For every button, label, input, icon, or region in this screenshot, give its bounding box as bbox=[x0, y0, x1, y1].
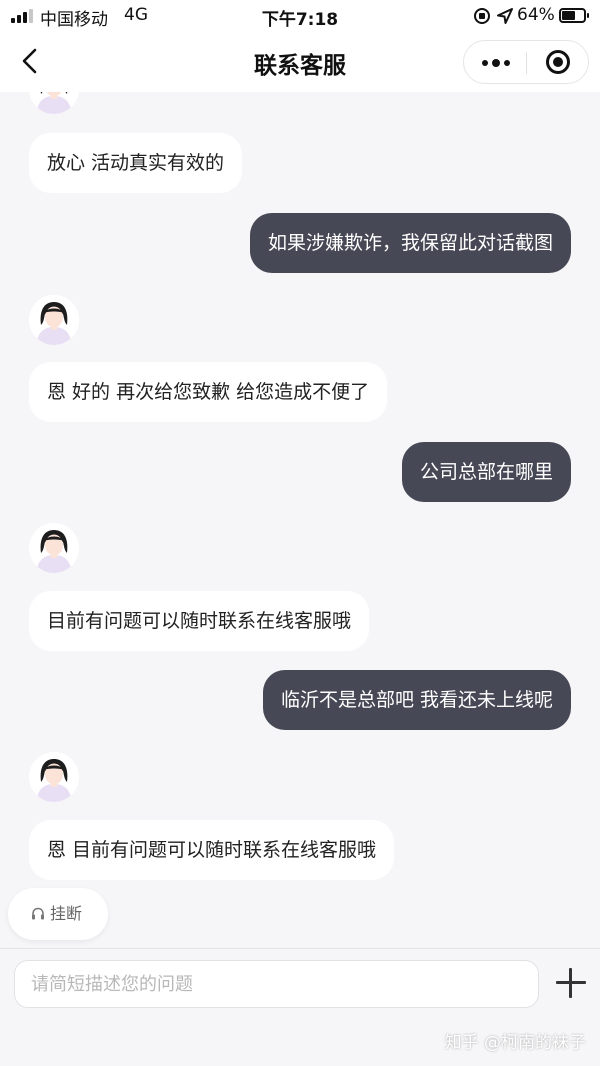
chat-screen: 中国移动 4G 下午7:18 64% 联系客服 放心 活动真实有效的 如果涉嫌欺… bbox=[0, 0, 600, 1066]
agent-message: 恩 目前有问题可以随时联系在线客服哦 bbox=[29, 820, 395, 880]
headset-icon bbox=[32, 907, 44, 920]
agent-message: 恩 好的 再次给您致歉 给您造成不便了 bbox=[29, 362, 388, 422]
capsule-divider bbox=[526, 52, 527, 74]
battery-icon bbox=[559, 8, 589, 23]
hangup-button[interactable]: 挂断 bbox=[8, 888, 108, 940]
agent-message: 放心 活动真实有效的 bbox=[29, 133, 243, 193]
status-bar: 中国移动 4G 下午7:18 64% bbox=[0, 0, 600, 32]
nav-bar: 联系客服 bbox=[0, 32, 600, 92]
agent-avatar bbox=[29, 752, 79, 802]
agent-message: 目前有问题可以随时联系在线客服哦 bbox=[29, 591, 370, 651]
hangup-label: 挂断 bbox=[50, 904, 83, 923]
agent-avatar bbox=[29, 523, 79, 573]
location-arrow-icon bbox=[497, 8, 513, 24]
agent-avatar bbox=[29, 295, 79, 345]
watermark: 知乎 @柯南的袜子 bbox=[444, 1033, 586, 1053]
more-dots-icon[interactable] bbox=[464, 41, 526, 83]
rotation-lock-icon bbox=[474, 8, 490, 24]
plus-icon[interactable] bbox=[554, 966, 588, 1000]
user-message: 临沂不是总部吧 我看还未上线呢 bbox=[262, 670, 571, 730]
message-input[interactable] bbox=[14, 960, 539, 1008]
user-message: 如果涉嫌欺诈，我保留此对话截图 bbox=[249, 213, 571, 273]
mini-program-capsule bbox=[463, 40, 589, 84]
agent-avatar bbox=[29, 92, 79, 114]
user-message: 公司总部在哪里 bbox=[401, 442, 571, 502]
battery-percent: 64% bbox=[517, 5, 555, 25]
chat-area[interactable]: 放心 活动真实有效的 如果涉嫌欺诈，我保留此对话截图 恩 好的 再次给您致歉 给… bbox=[0, 92, 600, 948]
target-close-icon[interactable] bbox=[528, 41, 588, 83]
